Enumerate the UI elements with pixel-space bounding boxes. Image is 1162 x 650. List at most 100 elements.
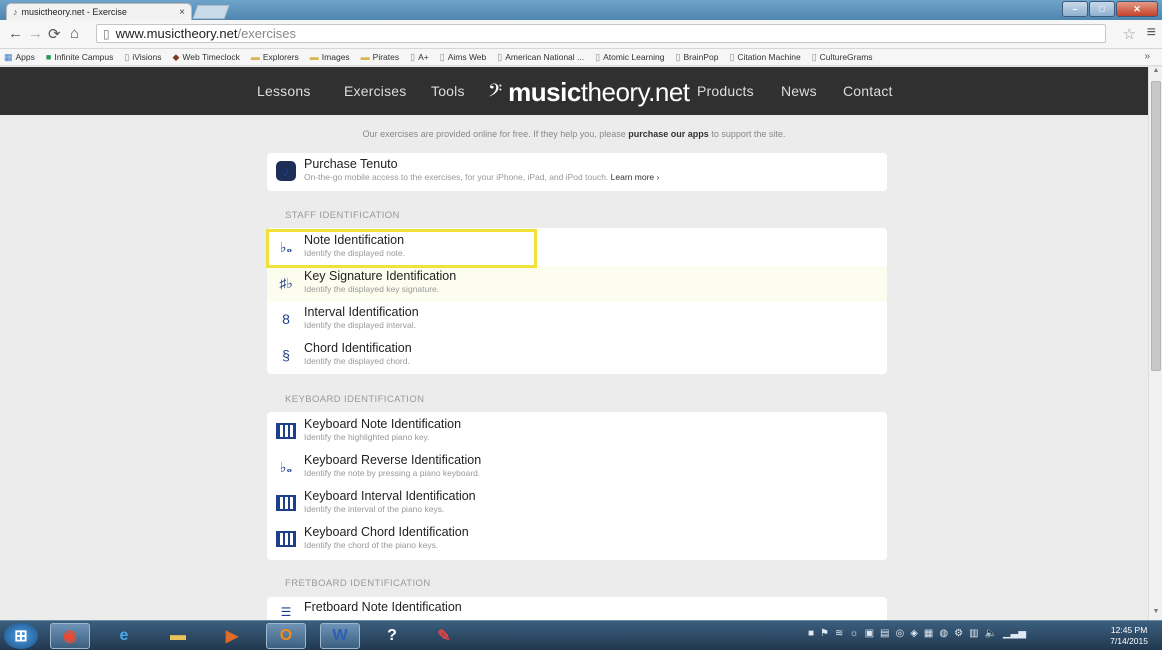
page-icon: ▯ [124,51,130,62]
bookmark-images[interactable]: ▬ Images [310,52,350,62]
purchase-apps-link[interactable]: purchase our apps [628,129,709,139]
bookmark-aims-web[interactable]: ▯ Aims Web [440,52,487,63]
maximize-button[interactable]: □ [1089,1,1115,17]
bookmark-explorers[interactable]: ▬ Explorers [251,52,299,62]
flag-icon[interactable]: ⚑ [820,628,829,639]
help-icon[interactable]: ? [372,623,412,649]
exercise-keyboard-reverse-identification[interactable]: ♭𝅝 Keyboard Reverse Identification Ident… [267,450,887,486]
bookmark-star-icon[interactable]: ☆ [1123,25,1136,43]
nav-contact[interactable]: Contact [843,83,893,99]
menu-icon[interactable]: ≡ [1147,24,1156,42]
nav-products[interactable]: Products [697,83,754,99]
tab-title: musictheory.net - Exercise [21,7,127,17]
scroll-up-icon[interactable]: ▲ [1149,67,1162,79]
exercise-keyboard-interval-identification[interactable]: Keyboard Interval Identification Identif… [267,486,887,522]
tray-app-icon[interactable]: ▣ [865,628,874,639]
media-player-icon[interactable]: ▶ [212,623,252,649]
fretboard-icon: ☰ [280,605,292,619]
section-fretboard-identification: FRETBOARD IDENTIFICATION [285,578,431,589]
tray-app-icon[interactable]: ▥ [969,628,978,639]
start-button[interactable]: ⊞ [4,623,38,649]
page-scrollbar[interactable]: ▲ ▼ [1148,67,1162,620]
bookmark-a-plus[interactable]: ▯ A+ [410,52,429,63]
url-domain: www.musictheory.net [115,26,238,41]
volume-icon[interactable]: 🔈 [985,628,997,639]
tray-app-icon[interactable]: ◍ [939,628,948,639]
fretboard-card: ☰ Fretboard Note Identification [267,597,887,620]
scrollbar-thumb[interactable] [1151,81,1161,371]
exercise-keyboard-chord-identification[interactable]: Keyboard Chord Identification Identify t… [267,522,887,558]
clock-time: 12:45 PM [1110,625,1148,635]
close-window-button[interactable]: ✕ [1116,1,1158,17]
keyboard-icon [276,421,296,441]
bookmark-infinite-campus[interactable]: ■ Infinite Campus [46,52,114,62]
keyboard-icon [276,529,296,549]
url-path: /exercises [237,26,296,41]
bookmark-pirates[interactable]: ▬ Pirates [361,52,399,62]
bookmarks-bar: ▦ Apps ■ Infinite Campus ▯ iVisions ◆ Web Ti… [0,49,1162,66]
bookmark-apps[interactable]: ▦ Apps [4,52,35,63]
exercise-key-signature-identification[interactable]: ♯♭ Key Signature Identification Identify… [267,266,887,302]
exercise-interval-identification[interactable]: 8 Interval Identification Identify the d… [267,302,887,338]
tray-app-icon[interactable]: ◎ [895,628,904,639]
bookmark-atomic-learning[interactable]: ▯ Atomic Learning [595,52,664,63]
nav-tools[interactable]: Tools [431,83,465,99]
minimize-button[interactable]: – [1062,1,1088,17]
new-tab-button[interactable] [192,5,230,19]
exercise-chord-identification[interactable]: § Chord Identification Identify the disp… [267,338,887,374]
browser-tab[interactable]: ♪ musictheory.net - Exercise × [6,3,192,20]
scroll-down-icon[interactable]: ▼ [1149,608,1162,620]
home-icon[interactable]: ⌂ [70,25,79,42]
chrome-taskbar-icon[interactable]: ◉ [50,623,90,649]
chord-icon: § [282,347,290,363]
promo-text: Our exercises are provided online for fr… [362,129,786,139]
bookmark-ivisions[interactable]: ▯ iVisions [124,52,161,63]
nav-exercises[interactable]: Exercises [344,83,406,99]
nav-lessons[interactable]: Lessons [257,83,311,99]
tenuto-app-icon: ♪ [276,161,296,181]
tenuto-row[interactable]: ♪ Purchase Tenuto On-the-go mobile acces… [267,154,887,190]
reload-icon[interactable]: ⟳ [48,25,61,43]
tray-app-icon[interactable]: ⚙ [954,628,963,639]
paint-icon[interactable]: ✎ [424,623,464,649]
site-logo[interactable]: 𝄢 music theory.net [488,77,690,108]
bookmark-web-timeclock[interactable]: ◆ Web Timeclock [172,52,239,63]
section-keyboard-identification: KEYBOARD IDENTIFICATION [285,394,425,405]
clock-date: 7/14/2015 [1110,636,1148,646]
word-icon[interactable]: W [320,623,360,649]
tray-app-icon[interactable]: ▦ [924,628,933,639]
page-icon: ▯ [497,51,503,62]
exercise-keyboard-note-identification[interactable]: Keyboard Note Identification Identify th… [267,414,887,450]
windows-taskbar: ⊞ ◉ e ▬ ▶ O W ? ✎ ■ ⚑ ≋ ☼ ▣ ▤ ◎ ◈ ▦ ◍ ⚙ … [0,620,1162,650]
bookmark-american-national[interactable]: ▯ American National ... [497,52,584,63]
tray-app-icon[interactable]: ☼ [849,628,858,639]
tray-app-icon[interactable]: ▤ [880,628,889,639]
internet-explorer-icon[interactable]: e [104,623,144,649]
tenuto-card[interactable]: ♪ Purchase Tenuto On-the-go mobile acces… [267,153,887,191]
bookmarks-overflow-button[interactable]: » [1144,51,1150,62]
bookmark-culturegrams[interactable]: ▯ CultureGrams [812,52,873,63]
bookmark-brainpop[interactable]: ▯ BrainPop [676,52,719,63]
timeclock-icon: ◆ [172,51,180,62]
file-explorer-icon[interactable]: ▬ [158,623,198,649]
back-icon[interactable]: ← [8,25,23,42]
highlight-box [266,229,537,268]
taskbar-clock[interactable]: 12:45 PM 7/14/2015 [1110,625,1148,647]
signal-icon[interactable]: ▁▃▅ [1003,628,1026,639]
page-icon: ▯ [675,51,681,62]
musictheory-favicon-icon: ♪ [13,7,18,17]
forward-icon[interactable]: → [28,25,43,42]
nav-news[interactable]: News [781,83,817,99]
folder-icon: ▬ [250,52,260,62]
network-icon[interactable]: ≋ [835,628,843,639]
tray-app-icon[interactable]: ◈ [910,628,918,639]
learn-more-link[interactable]: Learn more › [611,172,660,182]
browser-tab-bar: ♪ musictheory.net - Exercise × – □ ✕ [0,0,1162,20]
outlook-icon[interactable]: O [266,623,306,649]
tab-close-icon[interactable]: × [179,7,185,18]
exercise-fretboard-note-identification[interactable]: ☰ Fretboard Note Identification [267,597,887,620]
page-icon: ▯ [410,51,416,62]
address-bar[interactable]: ▯ www.musictheory.net /exercises [96,24,1106,43]
bookmark-citation-machine[interactable]: ▯ Citation Machine [729,52,800,63]
tray-app-icon[interactable]: ■ [808,628,814,639]
